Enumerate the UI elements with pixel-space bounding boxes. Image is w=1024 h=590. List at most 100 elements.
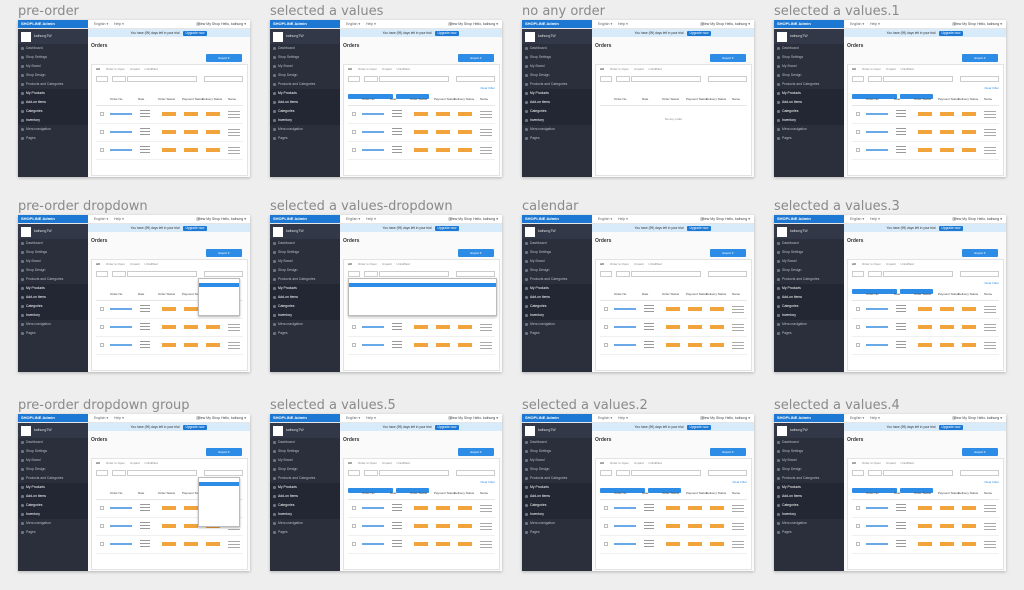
- tab-2[interactable]: Unpaid: [382, 461, 392, 465]
- help-menu[interactable]: Help ▾: [366, 20, 376, 28]
- sidebar-item[interactable]: Categories: [522, 107, 592, 116]
- sidebar-item[interactable]: Add-on items: [270, 492, 340, 501]
- tab-3[interactable]: Unfulfilled: [901, 262, 914, 266]
- table-row[interactable]: [348, 519, 495, 536]
- language-selector[interactable]: English ▾: [850, 215, 864, 223]
- sidebar-item[interactable]: Pages: [270, 528, 340, 537]
- row-checkbox[interactable]: [604, 325, 608, 329]
- sidebar-item[interactable]: Shop Settings: [522, 447, 592, 456]
- sidebar-item[interactable]: My Products: [18, 284, 88, 293]
- clear-filter-link[interactable]: Clear Filter: [984, 480, 999, 484]
- user-menu[interactable]: View My Shop Hello, kaihung ▾: [198, 20, 246, 28]
- help-menu[interactable]: Help ▾: [618, 20, 628, 28]
- tab-3[interactable]: Unfulfilled: [145, 262, 158, 266]
- sidebar-item[interactable]: Shop Settings: [774, 447, 844, 456]
- tab-0[interactable]: All: [600, 262, 604, 266]
- search-input[interactable]: [127, 470, 197, 476]
- sidebar-item[interactable]: Menu navigation: [18, 320, 88, 329]
- tab-0[interactable]: All: [852, 262, 856, 266]
- order-number-link[interactable]: [614, 308, 636, 310]
- user-menu[interactable]: View My Shop Hello, kaihung ▾: [450, 215, 498, 223]
- order-number-link[interactable]: [866, 149, 888, 151]
- language-selector[interactable]: English ▾: [346, 215, 360, 223]
- screen-thumbnail[interactable]: SHOPLINE Admin English ▾ Help ▾ View My Sho…: [18, 20, 250, 177]
- tab-2[interactable]: Unpaid: [130, 262, 140, 266]
- sidebar-item[interactable]: Shop Settings: [774, 248, 844, 257]
- sidebar-item[interactable]: Shop Settings: [774, 53, 844, 62]
- sidebar-item[interactable]: Dashboard: [18, 44, 88, 53]
- sidebar-item[interactable]: Inventory: [270, 116, 340, 125]
- help-menu[interactable]: Help ▾: [114, 215, 124, 223]
- table-row[interactable]: [852, 125, 999, 142]
- filter-select[interactable]: [348, 76, 360, 82]
- upgrade-button[interactable]: Upgrade now: [434, 425, 460, 430]
- table-row[interactable]: [348, 143, 495, 160]
- upgrade-button[interactable]: Upgrade now: [182, 226, 208, 231]
- sidebar-item[interactable]: Dashboard: [270, 44, 340, 53]
- search-field-select[interactable]: [616, 470, 630, 476]
- screen-thumbnail[interactable]: SHOPLINE Admin English ▾ Help ▾ View My Sho…: [522, 414, 754, 571]
- order-number-link[interactable]: [110, 543, 132, 545]
- sidebar-item[interactable]: Shop Design: [522, 465, 592, 474]
- screen-thumbnail[interactable]: SHOPLINE Admin English ▾ Help ▾ View My Sho…: [522, 20, 754, 177]
- order-number-link[interactable]: [110, 149, 132, 151]
- table-row[interactable]: [852, 519, 999, 536]
- tab-3[interactable]: Unfulfilled: [397, 461, 410, 465]
- order-number-link[interactable]: [614, 326, 636, 328]
- order-number-link[interactable]: [866, 344, 888, 346]
- help-menu[interactable]: Help ▾: [114, 414, 124, 422]
- sidebar-item[interactable]: Inventory: [522, 510, 592, 519]
- clear-filter-link[interactable]: Clear Filter: [480, 480, 495, 484]
- brand-logo[interactable]: SHOPLINE Admin: [522, 414, 592, 422]
- user-menu[interactable]: View My Shop Hello, kaihung ▾: [702, 20, 750, 28]
- filter-select[interactable]: [852, 76, 864, 82]
- row-checkbox[interactable]: [352, 130, 356, 134]
- sidebar-item[interactable]: Products and Categories: [270, 474, 340, 483]
- add-filter-select[interactable]: [960, 76, 999, 82]
- sidebar-item[interactable]: Products and Categories: [270, 275, 340, 284]
- sidebar-item[interactable]: Shop Settings: [270, 248, 340, 257]
- row-checkbox[interactable]: [856, 542, 860, 546]
- table-row[interactable]: [852, 143, 999, 160]
- sidebar-item[interactable]: My Products: [18, 89, 88, 98]
- sidebar-item[interactable]: Dashboard: [522, 239, 592, 248]
- language-selector[interactable]: English ▾: [598, 215, 612, 223]
- screen-thumbnail[interactable]: SHOPLINE Admin English ▾ Help ▾ View My Sho…: [774, 20, 1006, 177]
- sidebar-item[interactable]: Categories: [18, 501, 88, 510]
- sidebar-item[interactable]: Inventory: [18, 510, 88, 519]
- sidebar-item[interactable]: Products and Categories: [774, 80, 844, 89]
- tab-3[interactable]: Unfulfilled: [649, 262, 662, 266]
- row-checkbox[interactable]: [100, 307, 104, 311]
- dropdown-option[interactable]: [349, 311, 496, 315]
- order-number-link[interactable]: [866, 113, 888, 115]
- add-filter-select[interactable]: [456, 271, 495, 277]
- order-number-link[interactable]: [110, 131, 132, 133]
- brand-logo[interactable]: SHOPLINE Admin: [18, 414, 88, 422]
- table-row[interactable]: [348, 501, 495, 518]
- table-row[interactable]: [348, 537, 495, 554]
- user-menu[interactable]: View My Shop Hello, kaihung ▾: [450, 414, 498, 422]
- user-menu[interactable]: View My Shop Hello, kaihung ▾: [954, 414, 1002, 422]
- tab-0[interactable]: All: [96, 67, 100, 71]
- table-row[interactable]: [852, 537, 999, 554]
- screen-thumbnail[interactable]: SHOPLINE Admin English ▾ Help ▾ View My Sho…: [774, 215, 1006, 372]
- brand-logo[interactable]: SHOPLINE Admin: [270, 215, 340, 223]
- tab-1[interactable]: Order to Open: [358, 262, 377, 266]
- order-number-link[interactable]: [614, 543, 636, 545]
- sidebar-item[interactable]: Shop Settings: [18, 248, 88, 257]
- search-input[interactable]: [883, 76, 953, 82]
- language-selector[interactable]: English ▾: [346, 20, 360, 28]
- filter-select[interactable]: [852, 470, 864, 476]
- export-button[interactable]: Export ▾: [206, 249, 242, 257]
- language-selector[interactable]: English ▾: [346, 414, 360, 422]
- search-input[interactable]: [631, 271, 701, 277]
- search-input[interactable]: [127, 271, 197, 277]
- sidebar-item[interactable]: Add-on items: [774, 293, 844, 302]
- user-menu[interactable]: View My Shop Hello, kaihung ▾: [198, 414, 246, 422]
- sidebar-item[interactable]: Inventory: [270, 311, 340, 320]
- search-field-select[interactable]: [616, 271, 630, 277]
- language-selector[interactable]: English ▾: [598, 20, 612, 28]
- table-row[interactable]: [96, 125, 243, 142]
- screen-thumbnail[interactable]: SHOPLINE Admin English ▾ Help ▾ View My Sho…: [270, 215, 502, 372]
- tab-1[interactable]: Order to Open: [862, 262, 881, 266]
